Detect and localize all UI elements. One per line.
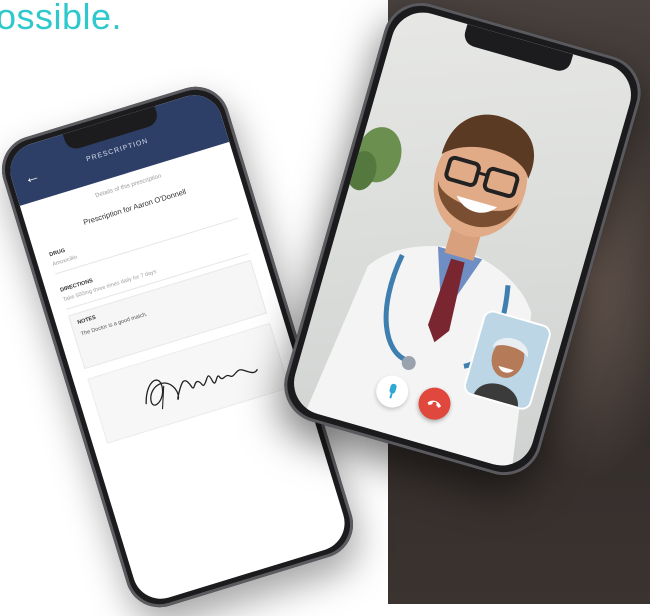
signature-image [145, 369, 258, 410]
prescription-body: Details of this prescription Prescriptio… [23, 151, 303, 447]
headline-text: ossible. [0, 0, 123, 37]
end-call-icon [427, 400, 441, 408]
mic-icon [389, 383, 397, 399]
